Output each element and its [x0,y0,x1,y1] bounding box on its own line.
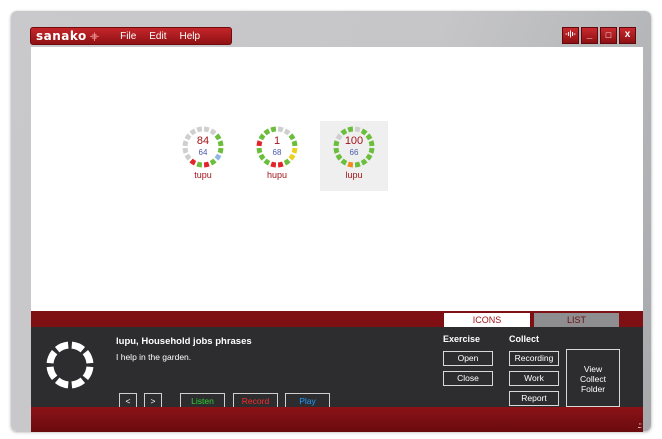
collect-report-button[interactable]: Report [509,391,559,406]
score-value: 100 [344,135,364,147]
view-collect-folder-label-2: Collect [580,374,606,384]
exercise-close-button[interactable]: Close [443,371,493,386]
ring-segment [283,158,291,166]
collect-recording-button[interactable]: Recording [509,351,559,366]
close-icon: x [624,29,631,40]
result-label: tupu [194,170,212,180]
minimize-icon: _ [586,29,593,40]
progress-ring-segment [82,366,94,381]
score-value: 1 [273,135,281,147]
result-item-lupu[interactable]: 100 66 lupu [320,121,388,191]
score-sub-value: 68 [272,148,282,157]
maximize-button[interactable]: □ [600,27,617,44]
score-ring-graphic [333,126,375,168]
title-bar: sanako -ı|ı- File Edit Help -ı|ı- _ □ x [11,11,651,46]
status-bar: .:: [31,407,643,432]
score-ring: 1 68 [256,126,298,168]
progress-ring-segment [54,377,69,389]
collect-work-button[interactable]: Work [509,371,559,386]
menu-edit[interactable]: Edit [149,31,166,42]
ring-segment [196,126,203,133]
score-ring: 100 66 [333,126,375,168]
view-collect-folder-label-1: View [583,364,603,374]
ring-segment [189,158,197,166]
ring-segment [360,158,368,166]
progress-ring-segment [46,349,58,364]
progress-ring-icon [46,341,94,389]
ring-segment [354,126,361,133]
app-window: sanako -ı|ı- File Edit Help -ı|ı- _ □ x … [11,11,651,432]
ring-segment [360,128,368,136]
view-collect-folder-label-3: Folder [580,384,606,394]
exercise-sentence: I help in the garden. [116,352,192,362]
ring-segment [203,126,210,133]
result-item-hupu[interactable]: 1 68 hupu [243,121,311,191]
score-ring-graphic [182,126,224,168]
exercise-title: lupu, Household jobs phrases [116,336,252,347]
exercise-heading: Exercise [443,334,481,344]
close-button[interactable]: x [619,27,636,44]
score-value: 84 [196,135,210,147]
ring-segment [263,128,271,136]
collect-heading: Collect [509,334,540,344]
menu-bar: sanako -ı|ı- File Edit Help [30,27,232,45]
result-label: hupu [266,170,288,180]
tab-list[interactable]: LIST [534,313,619,327]
menu-file[interactable]: File [120,31,136,42]
results-area: 84 64 tupu 1 68 hupu 100 66 lupu [31,47,643,311]
ring-segment [209,128,217,136]
result-item-tupu[interactable]: 84 64 tupu [169,121,237,191]
ring-segment [270,126,277,133]
ring-segment [270,161,277,168]
waveform-icon: -ı|ı- [565,31,576,38]
exercise-panel: lupu, Household jobs phrases I help in t… [31,327,643,409]
ring-segment [340,128,348,136]
score-sub-value: 64 [198,148,208,157]
exercise-open-button[interactable]: Open [443,351,493,366]
progress-ring-segment [54,341,69,353]
maximize-icon: □ [605,30,612,40]
ring-segment [189,128,197,136]
ring-segment [347,161,354,168]
ring-segment [354,161,361,168]
ring-segment [263,158,271,166]
menu-help[interactable]: Help [180,31,201,42]
progress-ring-segment [46,366,58,381]
ring-segment [196,161,203,168]
ring-segment [347,126,354,133]
progress-ring-segment [71,377,86,389]
score-sub-value: 66 [349,148,359,157]
minimize-button[interactable]: _ [581,27,598,44]
ring-segment [277,126,284,133]
sanako-logo: sanako [36,29,87,43]
audio-settings-button[interactable]: -ı|ı- [562,27,579,44]
resize-grip-icon[interactable]: .:: [637,421,642,430]
ring-segment [209,158,217,166]
view-collect-folder-button[interactable]: View Collect Folder [566,349,620,407]
tab-icons[interactable]: ICONS [444,313,530,327]
score-ring: 84 64 [182,126,224,168]
progress-ring-segment [71,341,86,353]
result-label: lupu [345,170,363,180]
waveform-icon: -ı|ı- [89,31,99,41]
progress-ring-segment [82,349,94,364]
ring-segment [283,128,291,136]
ring-segment [203,161,210,168]
ring-segment [340,158,348,166]
view-tabs: ICONS LIST [31,311,643,327]
ring-segment [277,161,284,168]
score-ring-graphic [256,126,298,168]
